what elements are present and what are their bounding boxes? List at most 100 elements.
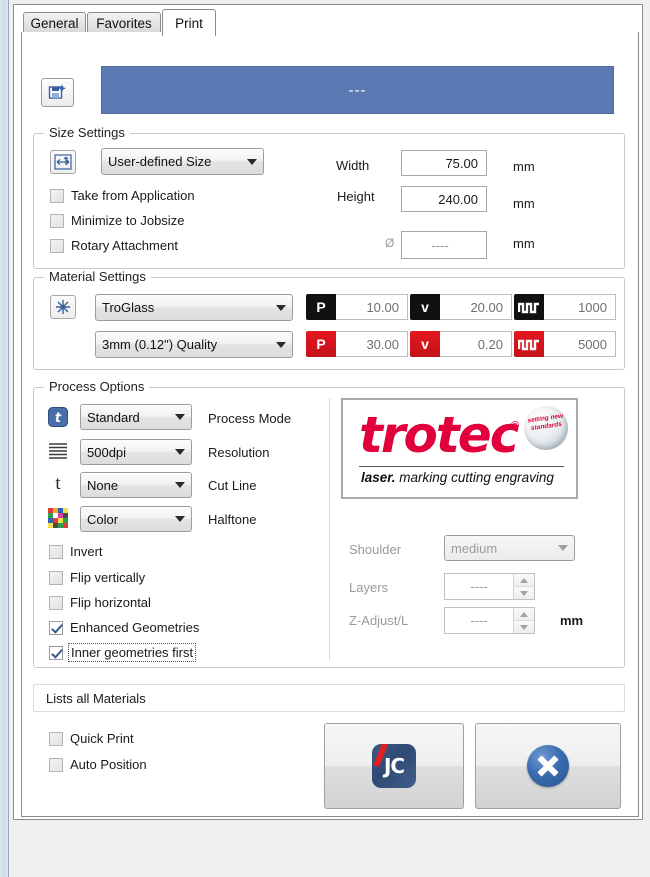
- tab-print-label: Print: [175, 15, 203, 31]
- open-jobcontrol-button[interactable]: JC: [324, 723, 464, 809]
- checkbox-label: Enhanced Geometries: [70, 620, 200, 635]
- process-options-divider: [329, 398, 330, 660]
- checkbox-label: Rotary Attachment: [71, 238, 178, 253]
- size-preset-combo[interactable]: User-defined Size: [101, 148, 264, 175]
- triangle-up-icon: [520, 577, 528, 583]
- tab-bar: General Favorites Print: [9, 8, 650, 36]
- halftone-color-grid-icon: [47, 507, 69, 529]
- registered-mark: ®: [511, 420, 520, 432]
- checkbox-inner-geometries-first[interactable]: Inner geometries first: [49, 643, 197, 662]
- tab-general[interactable]: General: [23, 12, 86, 33]
- resolution-value: 500dpi: [87, 444, 127, 460]
- triangle-down-icon: [520, 590, 528, 596]
- thickness-combo[interactable]: 3mm (0.12") Quality: [95, 331, 293, 358]
- checkbox-auto-position[interactable]: Auto Position: [49, 757, 147, 772]
- checkbox-box: [50, 213, 64, 228]
- tab-favorites[interactable]: Favorites: [87, 12, 161, 33]
- chevron-down-icon: [276, 341, 286, 348]
- spin-up-button[interactable]: [514, 608, 534, 621]
- material-settings-title: Material Settings: [44, 269, 151, 284]
- process-mode-value: Standard: [87, 409, 140, 425]
- width-input[interactable]: 75.00: [401, 150, 487, 176]
- engrave-ppi-value: 1000: [544, 294, 616, 320]
- speed-badge-icon: v: [410, 294, 440, 320]
- cut-power-field[interactable]: P 30.00: [306, 331, 408, 357]
- ppi-wave-icon: [514, 331, 544, 357]
- thickness-value: 3mm (0.12") Quality: [102, 337, 218, 352]
- spin-down-button[interactable]: [514, 621, 534, 633]
- checkbox-quick-print[interactable]: Quick Print: [49, 731, 134, 746]
- height-label: Height: [337, 189, 375, 204]
- checkbox-box: [49, 620, 63, 635]
- width-unit: mm: [513, 159, 535, 174]
- svg-text:t: t: [55, 411, 62, 426]
- size-preset-icon-button[interactable]: [50, 150, 76, 174]
- save-settings-button[interactable]: [41, 78, 74, 107]
- jobcontrol-icon-text: JC: [383, 754, 405, 778]
- cut-speed-value: 0.20: [440, 331, 512, 357]
- checkbox-flip-horizontal[interactable]: Flip horizontal: [49, 595, 151, 610]
- profile-title-bar: ---: [101, 66, 614, 114]
- cut-ppi-field[interactable]: 5000: [514, 331, 616, 357]
- cut-line-combo[interactable]: None: [80, 472, 192, 498]
- print-settings-window: General Favorites Print --- Size Setting…: [8, 0, 650, 877]
- engrave-speed-field[interactable]: v 20.00: [410, 294, 512, 320]
- checkbox-box: [49, 544, 63, 559]
- material-combo[interactable]: TroGlass: [95, 294, 293, 321]
- material-icon-button[interactable]: [50, 295, 76, 319]
- checkbox-box: [49, 570, 63, 585]
- engrave-power-value: 10.00: [336, 294, 408, 320]
- resolution-lines-icon: [47, 440, 69, 462]
- speed-badge-icon: v: [410, 331, 440, 357]
- cut-speed-field[interactable]: v 0.20: [410, 331, 512, 357]
- tagline-bold: laser.: [361, 470, 396, 485]
- halftone-value: Color: [87, 511, 119, 527]
- halftone-label: Halftone: [208, 512, 257, 527]
- checkbox-take-from-application[interactable]: Take from Application: [50, 188, 195, 203]
- checkbox-minimize-to-jobsize[interactable]: Minimize to Jobsize: [50, 213, 184, 228]
- spin-down-button[interactable]: [514, 587, 534, 599]
- zadjust-spin-buttons[interactable]: [513, 608, 534, 633]
- tab-favorites-label: Favorites: [96, 15, 152, 31]
- cut-line-label: Cut Line: [208, 478, 257, 493]
- laser-settings-icon: [56, 300, 70, 314]
- tab-print[interactable]: Print: [162, 9, 216, 36]
- engrave-ppi-field[interactable]: 1000: [514, 294, 616, 320]
- spin-up-button[interactable]: [514, 574, 534, 587]
- cancel-button[interactable]: [475, 723, 621, 809]
- shoulder-label: Shoulder: [349, 542, 402, 557]
- height-unit: mm: [513, 196, 535, 211]
- halftone-combo[interactable]: Color: [80, 506, 192, 532]
- resolution-label: Resolution: [208, 445, 270, 460]
- process-mode-combo[interactable]: Standard: [80, 404, 192, 430]
- checkbox-enhanced-geometries[interactable]: Enhanced Geometries: [49, 620, 199, 635]
- lists-all-materials-bar[interactable]: Lists all Materials: [33, 684, 625, 712]
- trotec-logo: trotec ® setting new standards laser. ma…: [341, 398, 578, 499]
- engrave-power-field[interactable]: P 10.00: [306, 294, 408, 320]
- checkbox-rotary-attachment[interactable]: Rotary Attachment: [50, 238, 178, 253]
- layers-value: ----: [470, 579, 488, 594]
- layers-spin-buttons[interactable]: [513, 574, 534, 599]
- checkbox-box: [49, 757, 63, 772]
- size-settings-title: Size Settings: [44, 125, 130, 140]
- zadjust-value: ----: [470, 613, 488, 628]
- resolution-combo[interactable]: 500dpi: [80, 439, 192, 465]
- checkbox-box: [50, 188, 64, 203]
- width-value: 75.00: [445, 155, 478, 171]
- height-input[interactable]: 240.00: [401, 186, 487, 212]
- chevron-down-icon: [175, 414, 185, 420]
- diameter-input[interactable]: ----: [401, 231, 487, 259]
- profile-title-value: ---: [348, 81, 367, 99]
- diameter-symbol: Ø: [385, 236, 395, 250]
- height-value: 240.00: [438, 191, 478, 207]
- cut-ppi-value: 5000: [544, 331, 616, 357]
- triangle-down-icon: [520, 624, 528, 630]
- shoulder-combo[interactable]: medium: [444, 535, 575, 561]
- trotec-tagline: laser. marking cutting engraving: [361, 470, 554, 485]
- checkbox-label: Inner geometries first: [67, 643, 197, 662]
- checkbox-flip-vertically[interactable]: Flip vertically: [49, 570, 145, 585]
- layers-label: Layers: [349, 580, 389, 595]
- checkbox-invert[interactable]: Invert: [49, 544, 103, 559]
- layers-spinner[interactable]: ----: [444, 573, 535, 600]
- zadjust-spinner[interactable]: ----: [444, 607, 535, 634]
